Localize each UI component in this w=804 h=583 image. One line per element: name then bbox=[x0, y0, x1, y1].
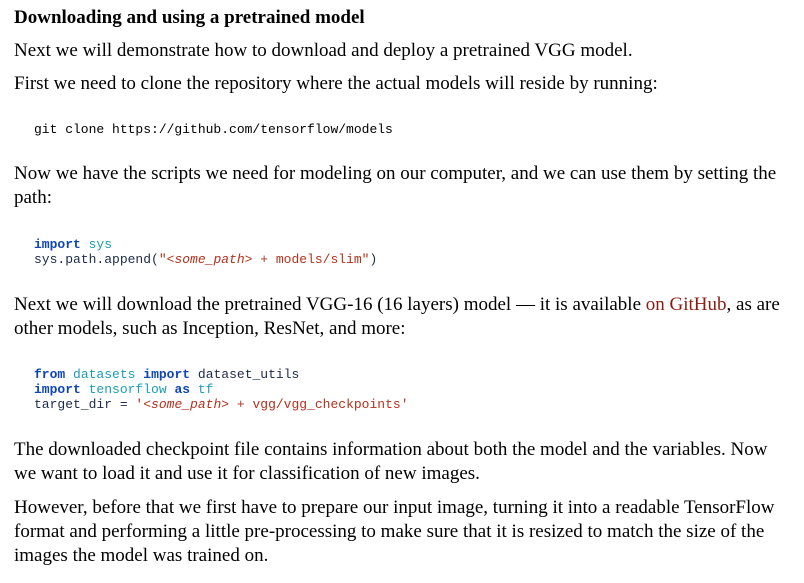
code-keyword: import bbox=[34, 382, 81, 397]
code-call-close: ) bbox=[369, 252, 378, 267]
paragraph-download-vgg: Next we will download the pretrained VGG… bbox=[14, 293, 794, 341]
code-name: dataset_utils bbox=[197, 367, 300, 382]
paragraph-intro: Next we will demonstrate how to download… bbox=[14, 40, 633, 61]
code-string-path: <some_path> bbox=[166, 252, 253, 267]
code-assignment: target_dir = bbox=[34, 397, 136, 412]
github-link[interactable]: on GitHub bbox=[646, 294, 727, 315]
code-keyword: import bbox=[34, 237, 81, 252]
code-keyword: as bbox=[174, 382, 191, 397]
code-line: git clone https://github.com/tensorflow/… bbox=[34, 122, 393, 137]
code-module: tensorflow bbox=[88, 382, 167, 397]
code-block-sys-path: import sys sys.path.append("<some_path> … bbox=[14, 237, 794, 267]
code-keyword: import bbox=[143, 367, 191, 382]
paragraph-clone: First we need to clone the repository wh… bbox=[14, 73, 658, 94]
code-alias: tf bbox=[197, 382, 214, 397]
paragraph-text: Next we will download the pretrained VGG… bbox=[14, 294, 646, 315]
code-module: sys bbox=[88, 237, 113, 252]
code-block-git-clone: git clone https://github.com/tensorflow/… bbox=[14, 122, 794, 137]
code-block-imports: from datasets import dataset_utils impor… bbox=[14, 367, 794, 412]
code-string: + models/slim" bbox=[252, 252, 370, 267]
paragraph-preprocess: However, before that we first have to pr… bbox=[14, 497, 775, 566]
code-string: + vgg/vgg_checkpoints' bbox=[229, 397, 409, 412]
paragraph-checkpoint: The downloaded checkpoint file contains … bbox=[14, 439, 768, 484]
section-heading: Downloading and using a pretrained model bbox=[14, 7, 365, 28]
code-call: sys.path.append( bbox=[34, 252, 159, 267]
code-string-path: <some_path> bbox=[143, 397, 230, 412]
paragraph-set-path: Now we have the scripts we need for mode… bbox=[14, 163, 777, 208]
code-string: " bbox=[158, 252, 167, 267]
code-keyword: from bbox=[34, 367, 66, 382]
code-module: datasets bbox=[73, 367, 136, 382]
